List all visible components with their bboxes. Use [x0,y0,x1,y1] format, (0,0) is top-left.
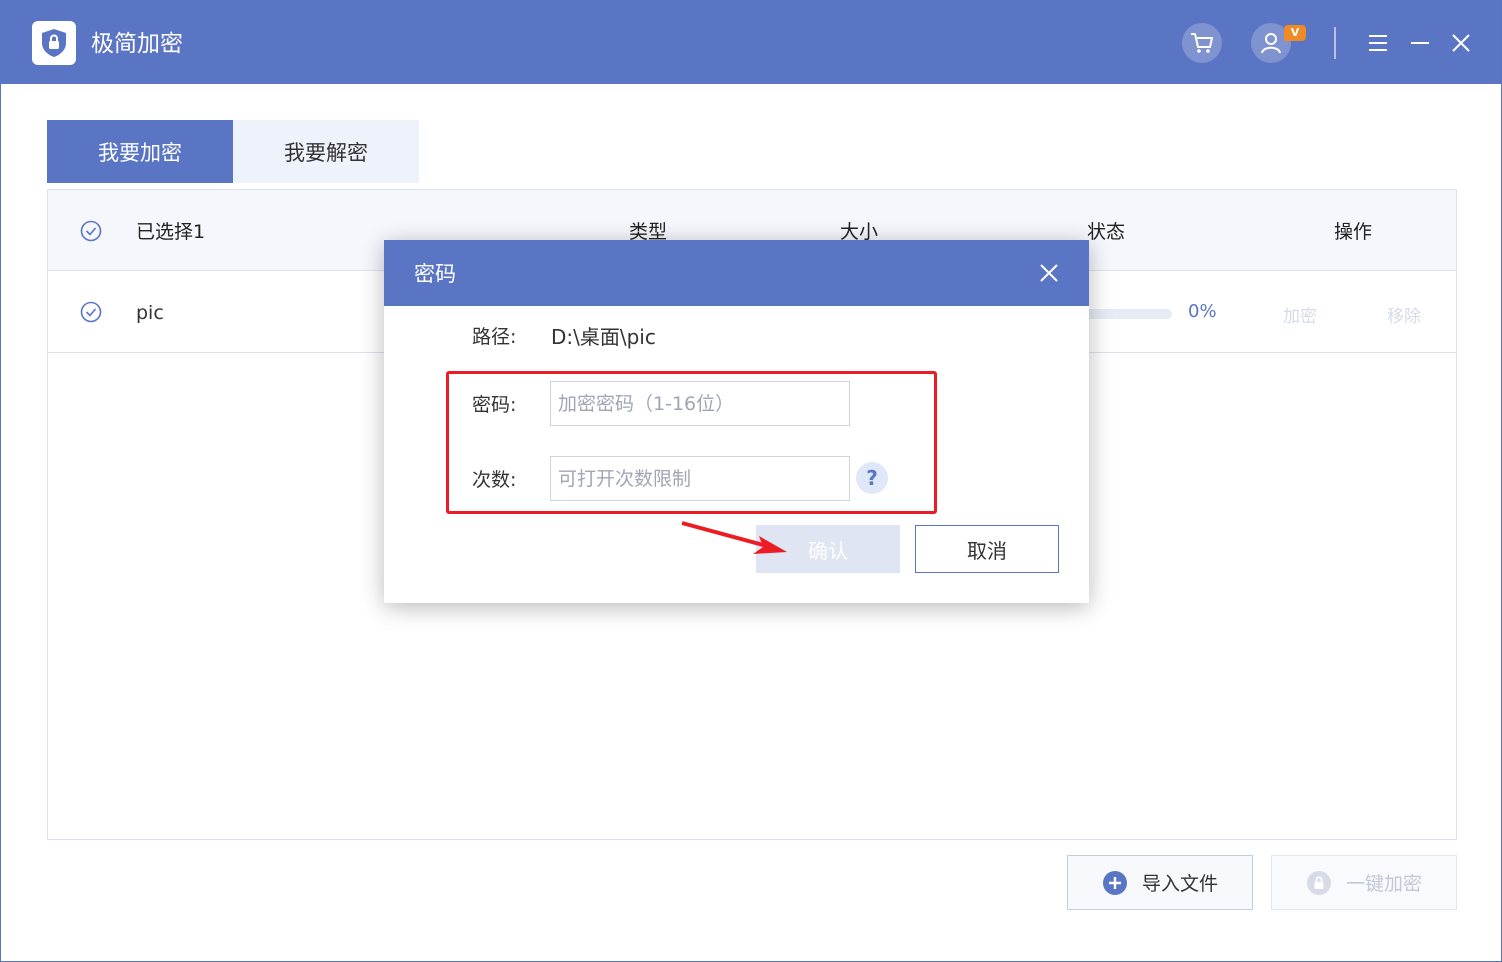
header-status: 状态 [1087,221,1126,243]
cancel-button[interactable]: 取消 [915,525,1059,573]
row-encrypt-link[interactable]: 加密 [1283,302,1317,327]
app-title: 极简加密 [91,31,183,57]
close-icon[interactable] [1448,29,1474,57]
app-window: 极简加密 V 我要加密 我要解密 已选择1 类型 大小 状态 操作 pic 0%… [0,0,1502,962]
one-key-encrypt-label: 一键加密 [1345,873,1422,895]
confirm-button[interactable]: 确认 [756,525,900,573]
title-bar: 极简加密 V [1,1,1501,84]
dialog-header: 密码 [384,240,1089,306]
menu-icon[interactable] [1365,29,1391,57]
path-value: D:\桌面\pic [551,325,656,349]
password-label: 密码: [472,394,517,416]
password-dialog: 密码 路径: D:\桌面\pic 密码: 次数: ? 确认 取消 [384,240,1089,603]
vip-badge: V [1284,25,1306,41]
dialog-close-icon[interactable] [1036,260,1062,286]
row-remove-link[interactable]: 移除 [1387,302,1421,327]
path-label: 路径: [472,326,517,348]
password-input[interactable] [550,381,850,426]
help-icon[interactable]: ? [856,462,888,494]
import-file-label: 导入文件 [1141,873,1218,895]
open-count-input[interactable] [550,456,850,501]
header-action: 操作 [1334,221,1373,243]
lock-circle-icon [1306,870,1331,895]
row-checkbox[interactable] [80,301,102,323]
progress-percent: 0% [1188,301,1217,322]
count-label: 次数: [472,469,517,491]
file-name: pic [136,302,164,324]
cart-icon[interactable] [1182,23,1222,63]
titlebar-divider [1334,27,1336,59]
select-all-checkbox[interactable] [80,220,102,242]
plus-circle-icon [1102,870,1127,895]
import-file-button[interactable]: 导入文件 [1067,855,1253,910]
one-key-encrypt-button[interactable]: 一键加密 [1271,855,1457,910]
header-selected: 已选择1 [136,221,206,243]
minimize-icon[interactable] [1407,29,1433,57]
tab-encrypt[interactable]: 我要加密 [47,120,233,183]
dialog-title: 密码 [414,262,456,286]
tab-decrypt[interactable]: 我要解密 [233,120,419,183]
lock-shield-icon [32,21,76,65]
